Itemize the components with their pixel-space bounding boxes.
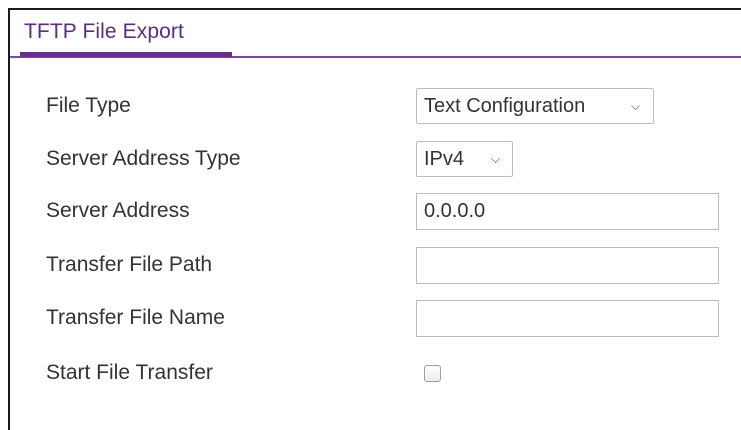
panel-title: TFTP File Export <box>24 20 184 43</box>
transfer-file-path-input[interactable] <box>416 247 719 284</box>
server-address-label: Server Address <box>46 199 190 222</box>
transfer-file-name-label: Transfer File Name <box>46 306 225 329</box>
transfer-file-name-input[interactable] <box>416 300 719 337</box>
title-tab-underline <box>20 52 232 57</box>
start-file-transfer-row: Start File Transfer <box>10 353 741 393</box>
server-address-row: Server Address 0.0.0.0 <box>10 191 741 231</box>
panel-header: TFTP File Export <box>10 10 741 58</box>
start-file-transfer-label: Start File Transfer <box>46 361 213 384</box>
file-type-label: File Type <box>46 94 131 117</box>
server-address-type-label: Server Address Type <box>46 147 241 170</box>
transfer-file-path-row: Transfer File Path <box>10 245 741 285</box>
transfer-file-path-label: Transfer File Path <box>46 253 213 276</box>
transfer-file-name-row: Transfer File Name <box>10 298 741 338</box>
file-type-selected-value: Text Configuration <box>424 95 586 117</box>
start-file-transfer-checkbox[interactable] <box>424 365 441 382</box>
server-address-type-select[interactable]: IPv4 ⌵ <box>416 141 513 177</box>
file-type-select[interactable]: Text Configuration ⌵ <box>416 88 654 124</box>
server-address-input[interactable]: 0.0.0.0 <box>416 193 719 230</box>
chevron-down-icon: ⌵ <box>631 99 641 113</box>
tftp-file-export-panel: TFTP File Export File Type Text Configur… <box>8 8 741 430</box>
server-address-type-row: Server Address Type IPv4 ⌵ <box>10 139 741 179</box>
server-address-type-selected-value: IPv4 <box>424 148 465 170</box>
chevron-down-icon: ⌵ <box>491 152 501 166</box>
file-type-row: File Type Text Configuration ⌵ <box>10 86 741 126</box>
